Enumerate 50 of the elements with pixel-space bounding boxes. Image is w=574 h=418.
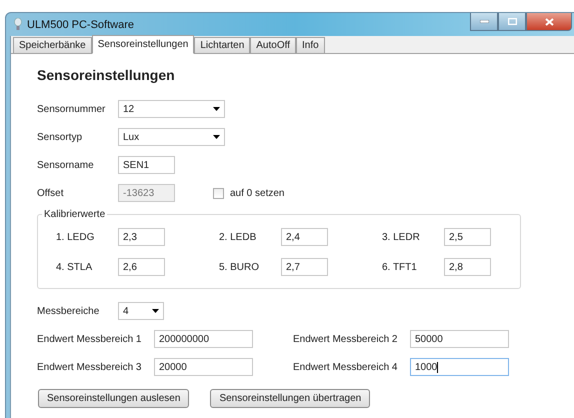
tab[interactable]: AutoOff [250,37,296,53]
text-field[interactable]: SEN1 [118,156,175,174]
text-field[interactable]: 2,8 [444,258,491,276]
field-label: Messbereiche [37,306,100,316]
caret-icon [213,107,220,111]
text-field[interactable]: 2,4 [281,228,328,246]
text-field[interactable]: 200000000 [154,330,253,348]
field-label: Endwert Messbereich 2 [293,334,398,344]
field-label: 6. TFT1 [382,262,418,272]
field-label: 1. LEDG [56,232,96,242]
field-label: Endwert Messbereich 4 [293,362,398,372]
text-field[interactable]: 2,5 [444,228,491,246]
field-label: Sensortyp [37,132,84,142]
tab[interactable]: Speicherbänke [13,37,92,53]
section-heading: Sensoreinstellungen [37,67,176,85]
action-button[interactable]: Sensoreinstellungen auslesen [38,389,190,408]
dropdown[interactable]: 4 [118,302,164,320]
caret-icon [152,309,159,313]
window-title: ULM500 PC-Software [27,18,134,30]
field-label: Offset [37,188,64,198]
field-label: Sensorname [37,160,95,170]
field-label: Endwert Messbereich 1 [37,334,142,344]
field-label: Endwert Messbereich 3 [37,362,142,372]
caret-icon [213,135,220,139]
tab[interactable]: Lichtarten [194,37,250,53]
group-title: Kalibrierwerte [43,209,106,220]
maximize-icon [508,18,516,25]
text-field[interactable]: 50000 [410,330,509,348]
close-icon [544,18,554,26]
close-button[interactable] [526,13,572,31]
minimize-icon [480,20,488,23]
action-button[interactable]: Sensoreinstellungen übertragen [210,389,370,408]
field-label: 4. STLA [56,262,94,272]
field-label: Sensornummer [37,104,106,114]
text-field[interactable]: 2,7 [281,258,328,276]
checkbox-label: auf 0 setzen [230,188,284,198]
tab[interactable]: Info [296,37,325,53]
maximize-button[interactable] [498,13,526,31]
text-field[interactable]: 20000 [154,358,253,376]
dropdown[interactable]: 12 [118,100,225,118]
text-field[interactable]: 1000 [410,358,509,376]
tab[interactable]: Sensoreinstellungen [92,35,194,54]
field-label: 3. LEDR [382,232,421,242]
dropdown[interactable]: Lux [118,128,225,146]
field-label: 5. BURO [219,262,260,272]
minimize-button[interactable] [470,13,498,31]
field-label: 2. LEDB [219,232,258,242]
text-field[interactable]: 2,6 [118,258,165,276]
lamp-icon [14,18,22,31]
text-field[interactable]: 2,3 [118,228,165,246]
